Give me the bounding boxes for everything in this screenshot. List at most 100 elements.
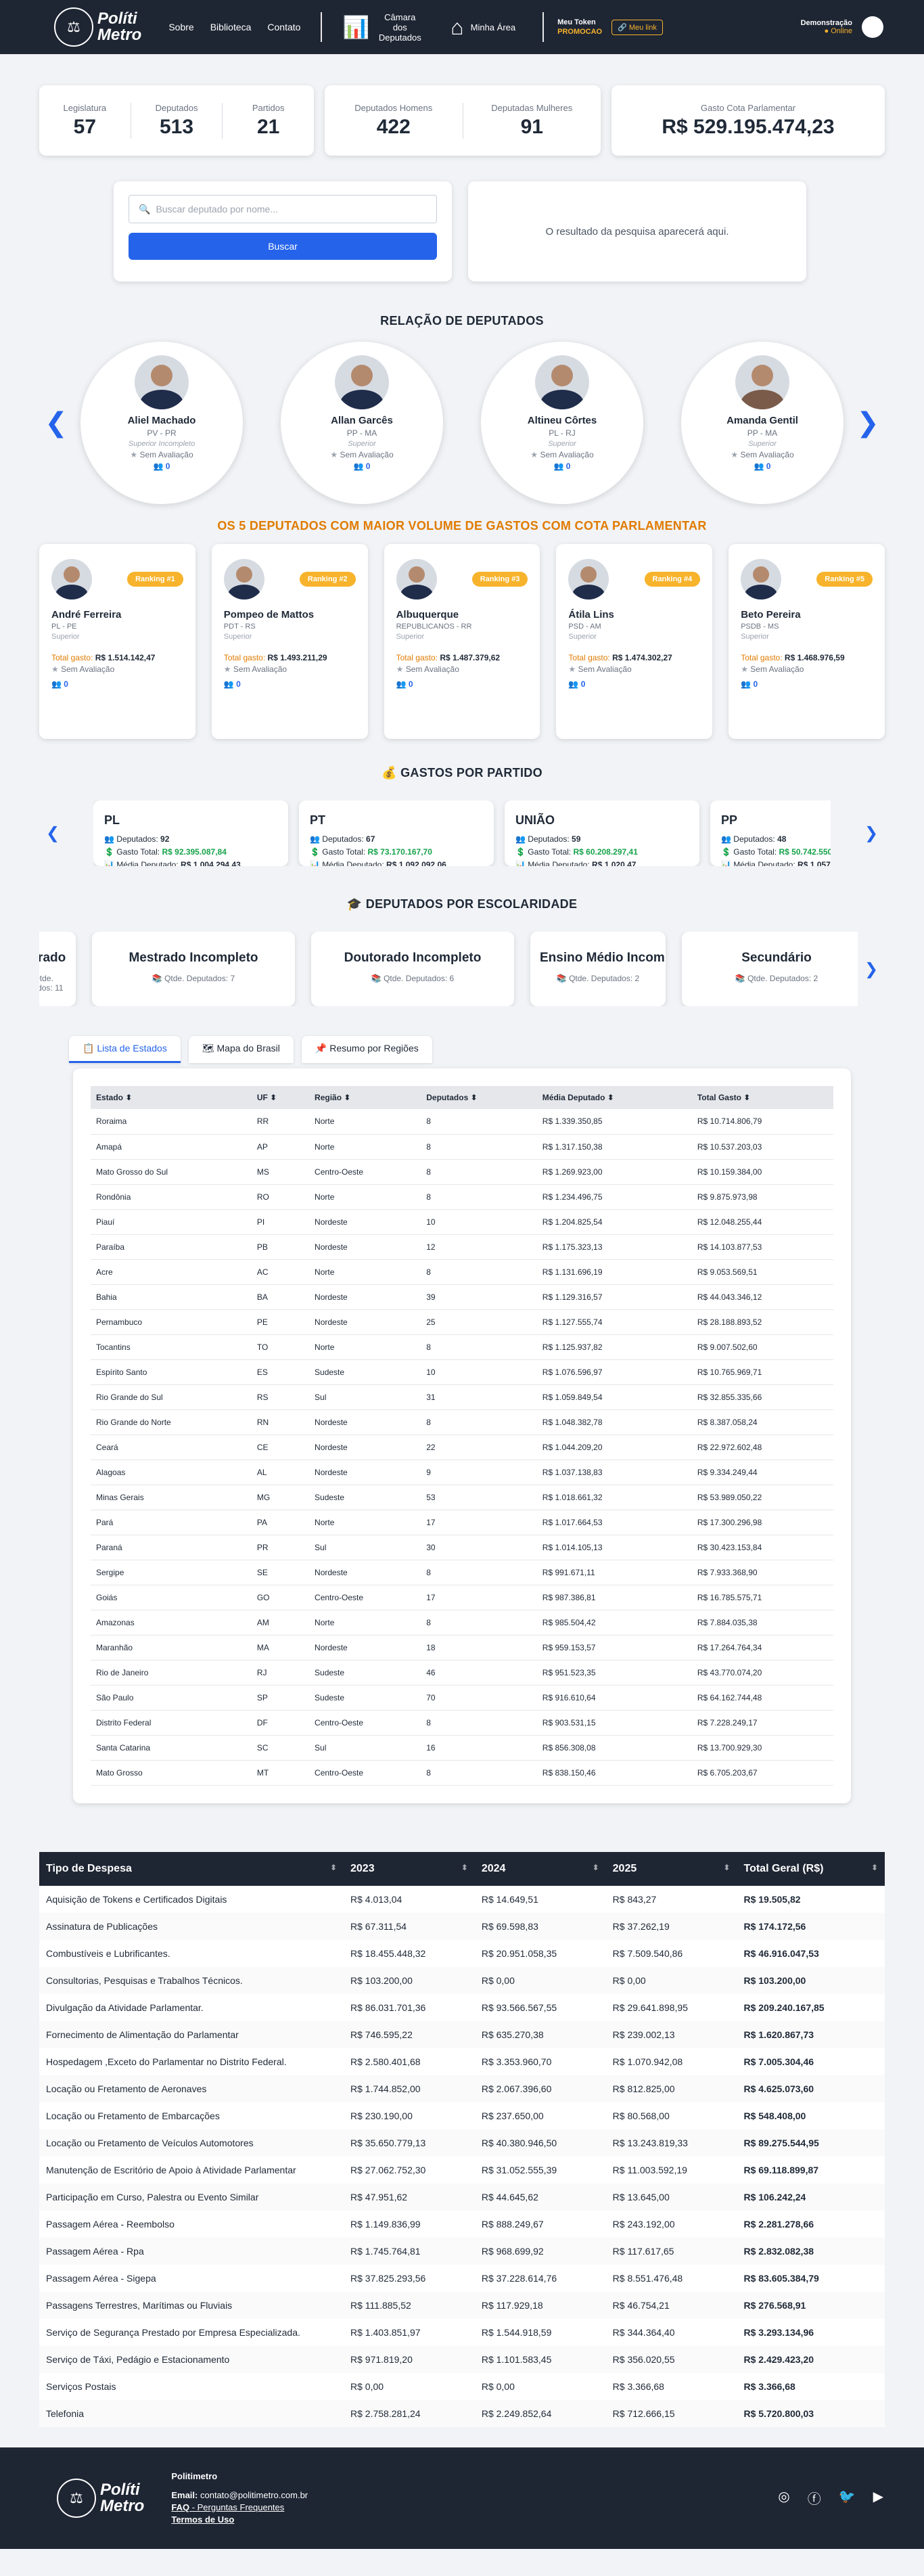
table-cell: Minas Gerais: [91, 1485, 252, 1510]
user-avatar-icon[interactable]: [862, 16, 883, 38]
people-icon: 👥: [396, 679, 407, 689]
table-cell: Divulgação da Atividade Parlamentar.: [46, 2002, 204, 2013]
ranking-card[interactable]: Ranking #2 Pompeo de Mattos PDT - RS Sup…: [211, 544, 368, 739]
tab-mapa-brasil[interactable]: 🗺 Mapa do Brasil: [188, 1036, 294, 1063]
instagram-icon[interactable]: ◎: [778, 2488, 789, 2508]
partidos-prev-icon[interactable]: ❮: [39, 823, 66, 843]
partidos-next-icon[interactable]: ❯: [858, 823, 885, 843]
estados-col-header[interactable]: Média Deputado ⬍: [536, 1086, 692, 1109]
table-cell: R$ 991.671,11: [536, 1560, 692, 1585]
meu-link-button[interactable]: 🔗 Meu link: [611, 19, 663, 35]
deputado-card[interactable]: Allan Garcês PP - MA Superior ★ Sem Aval…: [281, 342, 443, 504]
stat-label: Deputados Homens: [354, 102, 433, 113]
ranking-card[interactable]: Ranking #3 Albuquerque REPUBLICANOS - RR…: [384, 544, 540, 739]
logo[interactable]: ⚖ Políti Metro: [54, 7, 141, 47]
table-row: Roraima RR Norte 8 R$ 1.339.350,85 R$ 10.714.…: [91, 1109, 833, 1135]
estados-col-header[interactable]: Deputados ⬍: [421, 1086, 537, 1109]
nav-biblioteca[interactable]: Biblioteca: [210, 22, 252, 32]
table-cell: R$ 959.153,57: [536, 1635, 692, 1660]
table-row: Aquisição de Tokens e Certificados Digit…: [39, 1886, 885, 1913]
tab-lista-estados[interactable]: 📋 Lista de Estados: [69, 1036, 181, 1063]
estados-col-header[interactable]: UF ⬍: [251, 1086, 310, 1109]
deputado-name: Allan Garcês: [331, 415, 393, 426]
table-cell: R$ 89.275.544,95: [737, 2129, 885, 2156]
deputado-card[interactable]: Aliel Machado PV - PR Superior Incomplet…: [80, 342, 243, 504]
footer-logo[interactable]: ⚖ Políti Metro: [57, 2478, 144, 2518]
escolaridade-card[interactable]: Doutorado Incompleto 📚 Qtde. Deputados: …: [311, 932, 514, 1006]
carousel-next-icon[interactable]: ❯: [851, 407, 885, 438]
search-input[interactable]: 🔍 Buscar deputado por nome...: [129, 195, 437, 223]
twitter-icon[interactable]: 🐦: [839, 2488, 856, 2508]
partido-card[interactable]: PP 👥 Deputados: 48 💲 Gasto Total: R$ 50.…: [710, 800, 831, 866]
logo-mark: ⚖: [57, 2478, 96, 2518]
deputado-party: PP - MA: [747, 428, 778, 438]
table-cell: 53: [421, 1485, 537, 1510]
escolaridade-card[interactable]: Secundário 📚 Qtde. Deputados: 2: [682, 932, 858, 1006]
table-row: Maranhão MA Nordeste 18 R$ 959.153,57 R$ 17.2…: [91, 1635, 833, 1660]
escolaridade-card[interactable]: Ensino Médio Incompleto 📚 Qtde. Deputado…: [530, 932, 666, 1006]
table-cell: 8: [421, 1334, 537, 1360]
despesas-col-header[interactable]: Tipo de Despesa ⬍: [39, 1851, 344, 1886]
people-icon: 👥: [51, 679, 62, 689]
table-cell: R$ 985.504,42: [536, 1610, 692, 1635]
table-cell: R$ 3.293.134,96: [743, 2326, 814, 2338]
partido-card[interactable]: UNIÃO 👥 Deputados: 59 💲 Gasto Total: R$ …: [505, 800, 699, 866]
user-menu[interactable]: Demonstração ● Online: [801, 16, 883, 38]
tab-resumo-regioes[interactable]: 📌 Resumo por Regiões: [301, 1036, 432, 1063]
nav-sobre[interactable]: Sobre: [168, 22, 193, 32]
table-cell: Nordeste: [309, 1434, 421, 1460]
table-cell: CE: [251, 1434, 310, 1460]
carousel-prev-icon[interactable]: ❮: [39, 407, 73, 438]
table-cell: R$ 3.353.960,70: [481, 2056, 552, 2067]
table-cell: R$ 117.929,18: [474, 2291, 606, 2319]
table-cell: RO: [251, 1184, 310, 1210]
despesas-col-header[interactable]: 2023 ⬍: [344, 1851, 475, 1886]
table-cell: R$ 1.076.596,97: [536, 1359, 692, 1385]
table-cell: Rio de Janeiro: [91, 1660, 252, 1686]
estados-col-header[interactable]: Região ⬍: [309, 1086, 421, 1109]
deputado-party: PL - RJ: [549, 428, 576, 438]
ranking-followers: 👥 0: [741, 679, 758, 689]
ranking-card[interactable]: Ranking #4 Átila Lins PSD - AM Superior …: [556, 544, 713, 739]
partido-card[interactable]: PT 👥 Deputados: 67 💲 Gasto Total: R$ 73.…: [299, 800, 494, 866]
escolaridade-next-icon[interactable]: ❯: [858, 959, 885, 979]
table-cell: 8: [421, 1134, 537, 1160]
ranking-card[interactable]: Ranking #5 Beto Pereira PSDB - MS Superi…: [729, 544, 885, 739]
camara-button[interactable]: 📊 Câmara dos Deputados: [342, 12, 423, 43]
deputado-name: Amanda Gentil: [726, 415, 798, 426]
table-cell: RS: [251, 1384, 310, 1410]
despesas-col-header[interactable]: 2024 ⬍: [474, 1851, 606, 1886]
minha-area-button[interactable]: ⌂ Minha Área: [451, 15, 515, 40]
stat-value: 21: [256, 115, 280, 138]
table-row: Paraíba PB Nordeste 12 R$ 1.175.323,13 R$ 14.…: [91, 1234, 833, 1260]
star-icon: ★: [568, 664, 576, 674]
footer-email[interactable]: contato@politimetro.com.br: [200, 2490, 308, 2500]
ranking-rating: ★ Sem Avaliação: [223, 664, 287, 674]
facebook-icon[interactable]: ⓕ: [808, 2488, 821, 2508]
table-cell: R$ 7.228.249,17: [691, 1710, 833, 1736]
table-cell: R$ 1.014.105,13: [536, 1535, 692, 1560]
star-icon: ★: [396, 664, 404, 674]
estados-col-header[interactable]: Estado ⬍: [91, 1086, 252, 1109]
table-cell: R$ 86.031.701,36: [350, 2002, 426, 2013]
deputado-card[interactable]: Amanda Gentil PP - MA Superior ★ Sem Ava…: [681, 342, 844, 504]
estados-col-header[interactable]: Total Gasto ⬍: [691, 1086, 833, 1109]
table-cell: R$ 0,00: [481, 2380, 515, 2392]
table-cell: Participação em Curso, Palestra ou Event…: [39, 2183, 344, 2211]
despesas-col-header[interactable]: Total Geral (R$) ⬍: [737, 1851, 885, 1886]
deputado-card[interactable]: Altineu Côrtes PL - RJ Superior ★ Sem Av…: [481, 342, 643, 504]
despesas-col-header[interactable]: 2025 ⬍: [605, 1851, 737, 1886]
footer-faq-link[interactable]: FAQ - Perguntas Frequentes: [171, 2502, 284, 2512]
youtube-icon[interactable]: ▶: [873, 2488, 883, 2508]
search-button[interactable]: Buscar: [129, 233, 437, 260]
nav-contato[interactable]: Contato: [267, 22, 300, 32]
ranking-party: PSD - AM: [568, 623, 601, 631]
escolaridade-card[interactable]: Mestrado Incompleto 📚 Qtde. Deputados: 7: [92, 932, 295, 1006]
ranking-edu: Superior: [51, 633, 80, 641]
table-cell: Rondônia: [91, 1184, 252, 1210]
stat-value: 422: [376, 115, 411, 138]
footer-termos-link[interactable]: Termos de Uso: [171, 2514, 234, 2525]
escolaridade-card[interactable]: Mestrado 📚 Qtde. Deputados: 11: [39, 932, 76, 1006]
partido-card[interactable]: PL 👥 Deputados: 92 💲 Gasto Total: R$ 92.…: [93, 800, 288, 866]
ranking-card[interactable]: Ranking #1 André Ferreira PL - PE Superi…: [39, 544, 195, 739]
